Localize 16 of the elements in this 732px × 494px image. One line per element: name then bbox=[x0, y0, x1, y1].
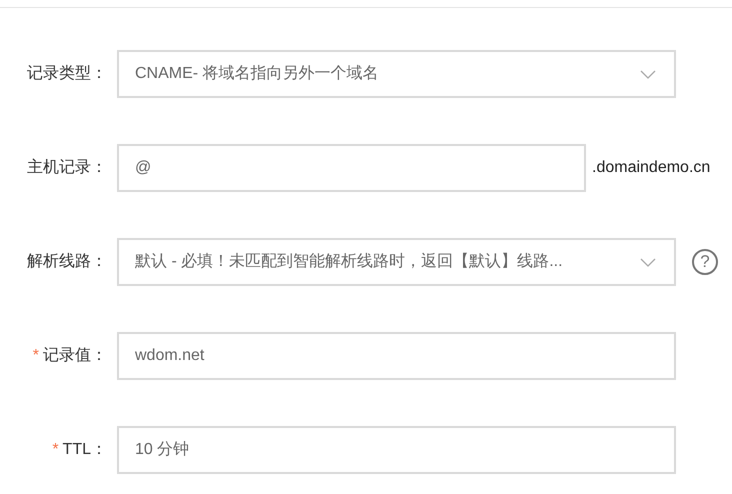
field-label: 记录值： bbox=[43, 346, 107, 366]
required-asterisk: * bbox=[32, 346, 39, 366]
field-label: 主机记录： bbox=[27, 158, 107, 178]
help-icon[interactable]: ? bbox=[692, 249, 718, 275]
field-label: TTL： bbox=[62, 440, 107, 460]
dropdown[interactable]: CNAME- 将域名指向另外一个域名 bbox=[117, 50, 676, 98]
field-label: 解析线路： bbox=[27, 252, 107, 272]
chevron-down-icon bbox=[640, 258, 656, 266]
input-field[interactable]: wdom.net bbox=[117, 332, 676, 380]
input-field[interactable]: 10 分钟 bbox=[117, 426, 676, 474]
field-label: 记录类型： bbox=[27, 64, 107, 84]
dropdown[interactable]: 默认 - 必填！未匹配到智能解析线路时，返回【默认】线路... bbox=[117, 238, 676, 286]
required-asterisk: * bbox=[52, 440, 59, 460]
domain-suffix: .domaindemo.cn bbox=[592, 158, 710, 178]
input-field[interactable]: @ bbox=[117, 144, 586, 192]
chevron-down-icon bbox=[640, 70, 656, 78]
